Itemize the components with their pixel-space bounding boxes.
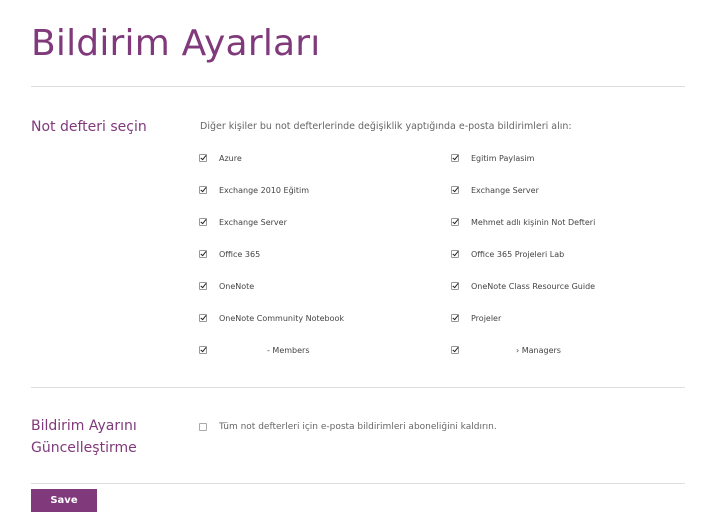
notebook-checkbox-item[interactable]: OneNote Community Notebook	[199, 311, 344, 325]
notebook-label: › Managers	[516, 345, 561, 355]
notebook-checkbox-item[interactable]: OneNote	[199, 279, 254, 293]
notebook-label: OneNote Community Notebook	[219, 313, 345, 323]
update-section-label: Bildirim Ayarını Güncelleştirme	[31, 415, 137, 459]
save-button[interactable]: Save	[31, 489, 97, 512]
notebook-checkbox-item[interactable]: - Members	[199, 343, 310, 357]
notebook-checkbox-item[interactable]: Office 365 Projeleri Lab	[451, 247, 564, 261]
notebook-checkbox-item[interactable]: Exchange 2010 Eğitim	[199, 183, 309, 197]
divider	[31, 483, 685, 484]
notebook-checkbox-item[interactable]: Exchange Server	[199, 215, 287, 229]
notebook-list: Azure Egitim Paylasim Exchange 2010 Eğitim…	[199, 151, 619, 367]
notebook-checkbox[interactable]	[451, 186, 459, 194]
notebook-checkbox[interactable]	[451, 250, 459, 258]
page-title: Bildirim Ayarları	[31, 23, 321, 64]
notebook-checkbox-item[interactable]: OneNote Class Resource Guide	[451, 279, 595, 293]
notebook-checkbox-item[interactable]: Exchange Server	[451, 183, 539, 197]
unsubscribe-checkbox-box[interactable]	[199, 423, 207, 431]
update-section-label-line1: Bildirim Ayarını	[31, 418, 137, 434]
notebook-checkbox-item[interactable]: Projeler	[451, 311, 501, 325]
notebook-label: Office 365	[219, 249, 261, 259]
notebook-checkbox[interactable]	[451, 218, 459, 226]
notebook-label: Exchange Server	[219, 217, 287, 227]
notebook-checkbox[interactable]	[199, 346, 207, 354]
notebook-label: Projeler	[471, 313, 502, 323]
notebook-label: Exchange Server	[471, 185, 539, 195]
notebook-checkbox-item[interactable]: Office 365	[199, 247, 260, 261]
notebook-checkbox[interactable]	[199, 314, 207, 322]
notebook-checkbox[interactable]	[199, 250, 207, 258]
notebooks-section-label: Not defteri seçin	[31, 119, 147, 135]
notebook-checkbox[interactable]	[199, 282, 207, 290]
notebook-checkbox-item[interactable]: Azure	[199, 151, 242, 165]
unsubscribe-all-checkbox[interactable]: Tüm not defterleri için e-posta bildirim…	[199, 420, 497, 434]
notebook-label: - Members	[267, 345, 310, 355]
update-section-label-line2: Güncelleştirme	[31, 440, 137, 456]
notebook-label: OneNote	[219, 281, 255, 291]
notebook-checkbox[interactable]	[451, 346, 459, 354]
notebook-checkbox-item[interactable]: Mehmet adlı kişinin Not Defteri	[451, 215, 595, 229]
notebook-checkbox[interactable]	[451, 282, 459, 290]
notebook-label: Office 365 Projeleri Lab	[471, 249, 565, 259]
notebook-checkbox-item[interactable]: Egitim Paylasim	[451, 151, 534, 165]
notebook-checkbox-item[interactable]: › Managers	[451, 343, 561, 357]
notebook-checkbox[interactable]	[199, 218, 207, 226]
notebook-checkbox[interactable]	[451, 154, 459, 162]
notebook-checkbox[interactable]	[451, 314, 459, 322]
notebook-label: Azure	[219, 153, 242, 163]
notebook-label: OneNote Class Resource Guide	[471, 281, 596, 291]
notebook-checkbox[interactable]	[199, 186, 207, 194]
divider	[31, 86, 685, 87]
notebooks-description: Diğer kişiler bu not defterlerinde değiş…	[200, 121, 572, 132]
notebook-checkbox[interactable]	[199, 154, 207, 162]
notebook-label: Mehmet adlı kişinin Not Defteri	[471, 217, 596, 227]
notebook-label: Exchange 2010 Eğitim	[219, 185, 310, 195]
divider	[31, 387, 685, 388]
unsubscribe-label: Tüm not defterleri için e-posta bildirim…	[219, 422, 497, 432]
notebook-label: Egitim Paylasim	[471, 153, 535, 163]
